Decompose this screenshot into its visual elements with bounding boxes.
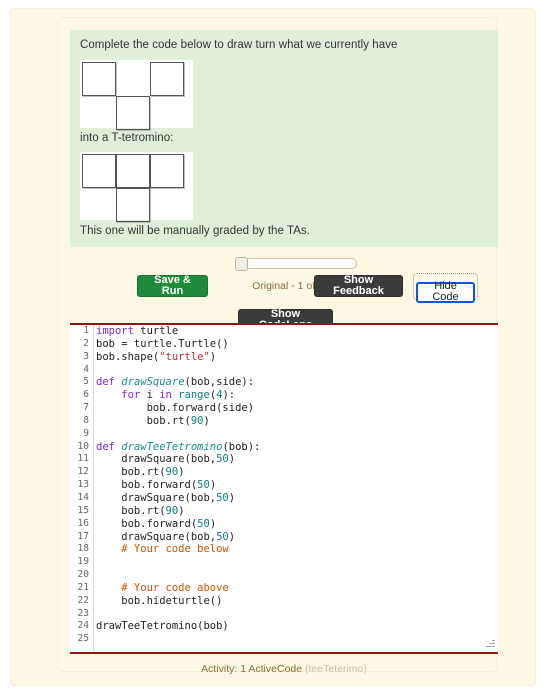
code-line: bob.rt(90) (96, 466, 185, 479)
line-number: 10 (77, 440, 89, 452)
line-number: 14 (77, 491, 89, 503)
line-number: 1 (83, 325, 89, 336)
shape-after-cell-top-middle (116, 154, 150, 189)
line-number: 7 (83, 402, 89, 414)
line-number: 12 (77, 466, 89, 478)
activecode-toolbar: Save & Run Original - 1 of 1 Show Feedba… (70, 257, 498, 331)
line-number: 19 (77, 556, 89, 568)
shape-before-cell-top-right (150, 61, 184, 96)
line-number: 25 (77, 633, 89, 645)
line-number: 13 (77, 479, 89, 491)
line-number: 5 (83, 376, 89, 388)
shape-after-canvas (80, 152, 193, 223)
line-number: 21 (77, 581, 89, 593)
question-middle-text: into a T-tetromino: (80, 131, 174, 144)
shape-before-cell-bottom-middle (116, 95, 150, 130)
line-number: 11 (77, 453, 89, 465)
shape-after-cell-bottom-middle (116, 188, 150, 223)
code-line: bob.forward(50) (96, 479, 217, 492)
code-line: def drawSquare(bob,side): (96, 376, 255, 389)
footer-activity-label: Activity: (201, 663, 238, 675)
footer-activity-id: (teeTeterimo) (305, 663, 367, 675)
code-editor[interactable]: 1 2 3 4 5 6 7 8 9 10 11 12 13 14 15 16 1… (70, 323, 498, 654)
code-line: drawTeeTetromino(bob) (96, 620, 229, 633)
show-feedback-button[interactable]: Show Feedback (314, 275, 403, 297)
line-number: 6 (83, 389, 89, 401)
history-slider[interactable] (235, 257, 357, 271)
line-number: 8 (83, 414, 89, 426)
code-line: bob.rt(90) (96, 504, 185, 517)
code-line: drawSquare(bob,50) (96, 530, 236, 543)
grading-note: This one will be manually graded by the … (80, 225, 310, 238)
hide-code-button[interactable]: Hide Code (416, 281, 475, 303)
footer-activity-type: ActiveCode (248, 663, 303, 675)
code-line: import turtle (96, 325, 179, 337)
shape-after-cell-top-left (82, 154, 116, 189)
hide-code-button-focus-ring: Hide Code (413, 273, 478, 303)
code-line: drawSquare(bob,50) (96, 453, 236, 466)
shape-before-canvas (80, 59, 193, 130)
code-line: def drawTeeTetromino(bob): (96, 440, 261, 453)
editor-resize-handle[interactable] (485, 638, 495, 648)
history-slider-handle[interactable] (235, 257, 248, 271)
question-prompt: Complete the code below to draw turn wha… (80, 39, 398, 51)
line-number: 3 (83, 350, 89, 362)
save-and-run-button[interactable]: Save & Run (137, 275, 208, 297)
code-line: drawSquare(bob,50) (96, 491, 236, 504)
code-line: # Your code above (96, 581, 229, 594)
code-line: for i in range(4): (121, 389, 236, 402)
code-line: bob = turtle.Turtle() (96, 337, 229, 350)
activity-footer: Activity: 1 ActiveCode (teeTeterimo) (70, 663, 498, 675)
line-number: 17 (77, 530, 89, 542)
code-line: bob.forward(side) (96, 402, 255, 415)
shape-before-cell-top-left (82, 61, 116, 96)
line-number: 23 (77, 607, 89, 619)
line-number: 22 (77, 594, 89, 606)
line-number: 2 (83, 337, 89, 349)
line-number: 16 (77, 517, 89, 529)
code-line: bob.hideturtle() (96, 594, 223, 607)
line-number: 9 (83, 427, 89, 439)
line-number: 15 (77, 504, 89, 516)
line-number: 18 (77, 543, 89, 555)
code-line: bob.rt(90) (96, 414, 210, 427)
page-background: Complete the code below to draw turn wha… (10, 8, 536, 686)
code-content[interactable]: import turtle bob = turtle.Turtle() bob.… (96, 325, 498, 652)
activecode-activity: Complete the code below to draw turn wha… (57, 17, 498, 675)
line-number: 20 (77, 569, 89, 581)
code-line: bob.forward(50) (96, 517, 217, 530)
line-number-gutter: 1 2 3 4 5 6 7 8 9 10 11 12 13 14 15 16 1… (70, 325, 94, 652)
question-panel: Complete the code below to draw turn wha… (70, 30, 498, 247)
line-number: 24 (77, 620, 89, 632)
code-line: # Your code below (96, 543, 229, 556)
line-number: 4 (83, 363, 89, 375)
shape-after-cell-top-right (150, 154, 184, 189)
footer-activity-number: 1 (240, 663, 247, 675)
code-line: bob.shape("turtle") (96, 350, 217, 363)
